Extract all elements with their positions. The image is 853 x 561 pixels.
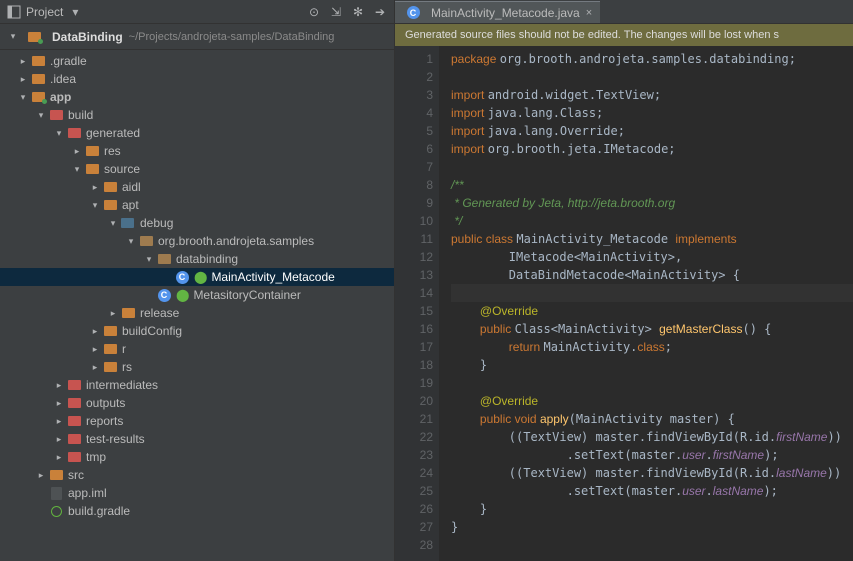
folder-icon (48, 468, 64, 482)
folder-icon (102, 324, 118, 338)
tree-item-apt[interactable]: ▾apt (0, 196, 394, 214)
folder-icon (66, 432, 82, 446)
folder-icon (66, 414, 82, 428)
tree-item-aidl[interactable]: ▸aidl (0, 178, 394, 196)
folder-icon (48, 108, 64, 122)
tree-item-tmp[interactable]: ▸tmp (0, 448, 394, 466)
folder-icon (120, 306, 136, 320)
tree-item-package[interactable]: ▾org.brooth.androjeta.samples (0, 232, 394, 250)
folder-icon (84, 162, 100, 176)
tree-item-mainactivity-metacode[interactable]: ▸C⬤MainActivity_Metacode (0, 268, 394, 286)
project-label: Project (26, 5, 63, 19)
code-editor[interactable]: package package org.brooth.androjeta.sam… (439, 46, 853, 561)
tree-item-release[interactable]: ▸release (0, 304, 394, 322)
tree-item-src[interactable]: ▸src (0, 466, 394, 484)
folder-icon (66, 396, 82, 410)
close-icon[interactable]: × (586, 7, 592, 19)
java-class-icon: C (156, 288, 172, 302)
project-tree[interactable]: ▸.gradle ▸.idea ▾app ▾build ▾generated ▸… (0, 50, 394, 561)
tree-item-r[interactable]: ▸r (0, 340, 394, 358)
project-view-icon[interactable] (6, 4, 22, 20)
tree-item-testresults[interactable]: ▸test-results (0, 430, 394, 448)
folder-icon (66, 450, 82, 464)
folder-icon (30, 54, 46, 68)
package-icon (138, 234, 154, 248)
expand-icon[interactable]: ▾ (8, 31, 18, 42)
line-gutter[interactable]: 1234567891011121314151617181920212223242… (395, 46, 439, 561)
project-path: ~/Projects/androjeta-samples/DataBinding (129, 31, 335, 43)
java-class-icon: C (405, 6, 421, 20)
iml-file-icon (48, 486, 64, 500)
module-icon (30, 90, 46, 104)
tree-item-gradle[interactable]: ▸.gradle (0, 52, 394, 70)
gradle-file-icon (48, 504, 64, 518)
tree-item-outputs[interactable]: ▸outputs (0, 394, 394, 412)
hide-icon[interactable]: ➔ (372, 4, 388, 20)
lock-icon: ⬤ (176, 288, 189, 302)
project-icon (26, 30, 42, 44)
tree-item-rs[interactable]: ▸rs (0, 358, 394, 376)
source-root-icon (120, 216, 136, 230)
gear-icon[interactable]: ✻ (350, 4, 366, 20)
folder-icon (102, 198, 118, 212)
tree-item-intermediates[interactable]: ▸intermediates (0, 376, 394, 394)
generated-file-banner: Generated source files should not be edi… (395, 24, 853, 46)
folder-icon (102, 342, 118, 356)
java-class-icon: C (174, 270, 190, 284)
locate-icon[interactable]: ⊙ (306, 4, 322, 20)
tree-item-idea[interactable]: ▸.idea (0, 70, 394, 88)
tree-item-metasitory[interactable]: ▸C⬤MetasitoryContainer (0, 286, 394, 304)
folder-icon (102, 360, 118, 374)
folder-icon (84, 144, 100, 158)
tree-item-build[interactable]: ▾build (0, 106, 394, 124)
folder-icon (66, 126, 82, 140)
project-name: DataBinding (52, 30, 123, 44)
folder-icon (30, 72, 46, 86)
tree-item-generated[interactable]: ▾generated (0, 124, 394, 142)
package-icon (156, 252, 172, 266)
lock-icon: ⬤ (194, 270, 207, 284)
tree-item-debug[interactable]: ▾debug (0, 214, 394, 232)
tree-item-databinding[interactable]: ▾databinding (0, 250, 394, 268)
tree-item-source[interactable]: ▾source (0, 160, 394, 178)
tree-item-res[interactable]: ▸res (0, 142, 394, 160)
collapse-icon[interactable]: ⇲ (328, 4, 344, 20)
tree-item-app[interactable]: ▾app (0, 88, 394, 106)
tab-mainactivity-metacode[interactable]: C MainActivity_Metacode.java × (395, 1, 600, 23)
breadcrumb: ▾ DataBinding ~/Projects/androjeta-sampl… (0, 24, 394, 50)
tab-label: MainActivity_Metacode.java (431, 6, 580, 20)
tree-item-buildgradle[interactable]: ▸build.gradle (0, 502, 394, 520)
folder-icon (66, 378, 82, 392)
tree-item-appiml[interactable]: ▸app.iml (0, 484, 394, 502)
code-area: 1234567891011121314151617181920212223242… (395, 46, 853, 561)
tree-item-buildconfig[interactable]: ▸buildConfig (0, 322, 394, 340)
project-sidebar: Project ▾ ⊙ ⇲ ✻ ➔ ▾ DataBinding ~/Projec… (0, 0, 395, 561)
tree-item-reports[interactable]: ▸reports (0, 412, 394, 430)
editor-tabs: C MainActivity_Metacode.java × (395, 0, 853, 24)
editor-pane: C MainActivity_Metacode.java × Generated… (395, 0, 853, 561)
project-toolbar: Project ▾ ⊙ ⇲ ✻ ➔ (0, 0, 394, 24)
dropdown-icon[interactable]: ▾ (67, 4, 83, 20)
folder-icon (102, 180, 118, 194)
